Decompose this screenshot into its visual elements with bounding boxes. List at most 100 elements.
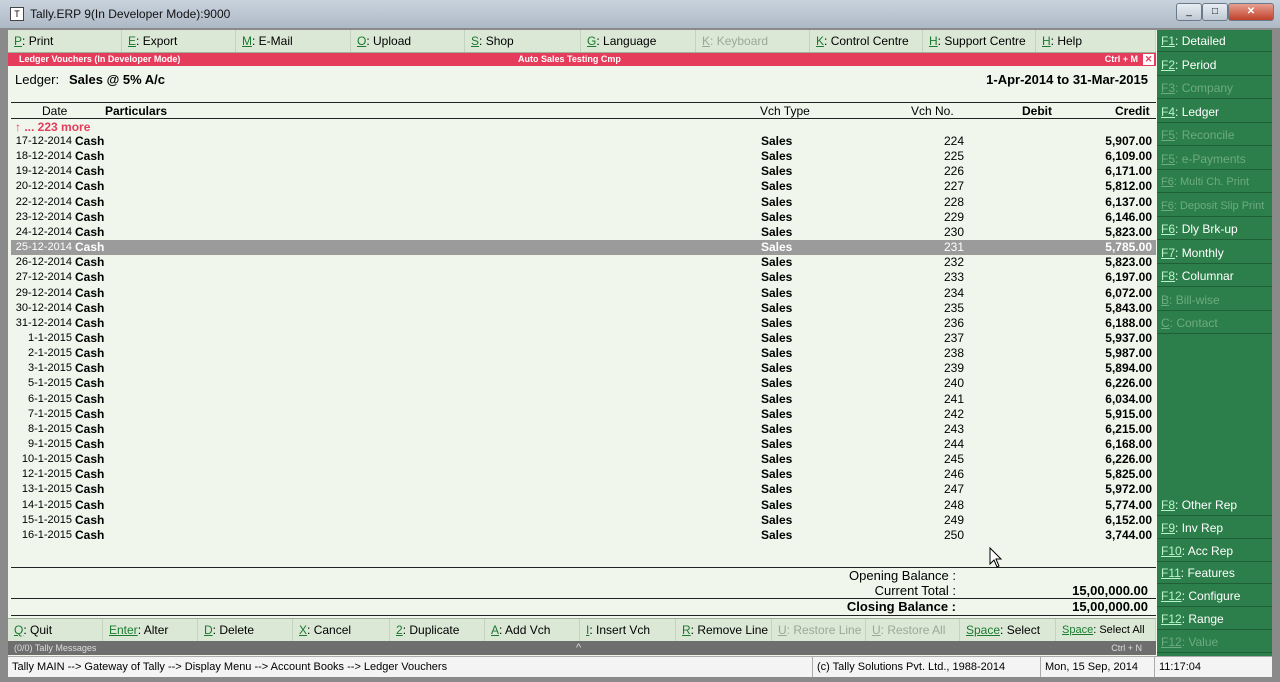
voucher-row[interactable]: 14-1-2015 Cash Sales 248 5,774.00 <box>11 498 1156 513</box>
row-date: 13-1-2015 <box>21 483 72 496</box>
bottom-button-quit[interactable]: Q: Quit <box>8 619 103 641</box>
expand-arrow-icon[interactable]: ^ <box>576 641 581 655</box>
side-button-ledger[interactable]: F4: Ledger <box>1157 101 1272 123</box>
more-entries-indicator[interactable]: ↑ ... 223 more <box>15 120 90 134</box>
button-label: Contact <box>1176 316 1218 330</box>
side-button-columnar[interactable]: F8: Columnar <box>1157 265 1272 287</box>
top-button-shop[interactable]: S: Shop <box>465 30 581 52</box>
side-button-configure[interactable]: F12: Configure <box>1157 585 1272 608</box>
voucher-row[interactable]: 20-12-2014 Cash Sales 227 5,812.00 <box>11 179 1156 194</box>
row-particulars: Cash <box>75 209 105 224</box>
bottom-button-add-vch[interactable]: A: Add Vch <box>485 619 580 641</box>
row-date: 9-1-2015 <box>27 438 72 450</box>
top-button-keyboard[interactable]: K: Keyboard <box>696 30 810 52</box>
ledger-label: Ledger: <box>15 72 60 87</box>
row-vch-no: 229 <box>943 209 964 224</box>
current-total-value: 15,00,000.00 <box>1072 583 1148 598</box>
row-particulars: Cash <box>75 467 105 482</box>
voucher-row[interactable]: 2-1-2015 Cash Sales 238 5,987.00 <box>11 346 1156 361</box>
bottom-button-cancel[interactable]: X: Cancel <box>293 619 390 641</box>
voucher-row[interactable]: 1-1-2015 Cash Sales 237 5,937.00 <box>11 331 1156 346</box>
voucher-row[interactable]: 24-12-2014 Cash Sales 230 5,823.00 <box>11 225 1156 240</box>
voucher-row[interactable]: 23-12-2014 Cash Sales 229 6,146.00 <box>11 210 1156 225</box>
side-button-period[interactable]: F2: Period <box>1157 54 1272 76</box>
shortcut-key: F6 <box>1161 199 1174 212</box>
side-button-detailed[interactable]: F1: Detailed <box>1157 30 1272 52</box>
voucher-row[interactable]: 10-1-2015 Cash Sales 245 6,226.00 <box>11 452 1156 467</box>
voucher-row[interactable]: 18-12-2014 Cash Sales 225 6,109.00 <box>11 149 1156 164</box>
row-date: 25-12-2014 <box>15 241 72 254</box>
voucher-row[interactable]: 30-12-2014 Cash Sales 235 5,843.00 <box>11 301 1156 316</box>
tally-frame: P: Print E: Export M: E-Mail O: Upload S: Sh… <box>8 30 1272 677</box>
voucher-row[interactable]: 25-12-2014 Cash Sales 231 5,785.00 <box>11 240 1156 256</box>
bottom-button-restore-line[interactable]: U: Restore Line <box>772 619 866 641</box>
top-button-support-centre[interactable]: H: Support Centre <box>923 30 1036 52</box>
side-button-monthly[interactable]: F7: Monthly <box>1157 242 1272 264</box>
voucher-row[interactable]: 22-12-2014 Cash Sales 228 6,137.00 <box>11 195 1156 210</box>
tally-messages-bar[interactable]: (0/0) Tally Messages ^ Ctrl + N <box>8 641 1156 655</box>
bottom-button-select[interactable]: Space: Select <box>960 619 1056 641</box>
top-button-control-centre[interactable]: K: Control Centre <box>810 30 923 52</box>
row-credit: 5,823.00 <box>1105 255 1152 270</box>
company-name: Auto Sales Testing Cmp <box>518 54 621 64</box>
row-particulars: Cash <box>75 376 105 391</box>
side-button-dly-brk-up[interactable]: F6: Dly Brk-up <box>1157 218 1272 240</box>
top-button-export[interactable]: E: Export <box>122 30 236 52</box>
voucher-row[interactable]: 3-1-2015 Cash Sales 239 5,894.00 <box>11 361 1156 376</box>
voucher-row[interactable]: 17-12-2014 Cash Sales 224 5,907.00 <box>11 134 1156 149</box>
voucher-row[interactable]: 27-12-2014 Cash Sales 233 6,197.00 <box>11 270 1156 285</box>
maximize-button[interactable]: □ <box>1202 3 1228 21</box>
voucher-row[interactable]: 15-1-2015 Cash Sales 249 6,152.00 <box>11 513 1156 528</box>
row-vch-no: 245 <box>943 452 964 467</box>
row-vch-type: Sales <box>761 482 793 497</box>
voucher-row[interactable]: 5-1-2015 Cash Sales 240 6,226.00 <box>11 376 1156 391</box>
side-button-contact[interactable]: C: Contact <box>1157 312 1272 334</box>
side-button-company[interactable]: F3: Company <box>1157 77 1272 99</box>
voucher-row[interactable]: 29-12-2014 Cash Sales 234 6,072.00 <box>11 286 1156 301</box>
top-button-language[interactable]: G: Language <box>581 30 696 52</box>
bottom-button-insert-vch[interactable]: I: Insert Vch <box>580 619 676 641</box>
bottom-divider <box>11 615 1156 616</box>
top-button-bar: P: Print E: Export M: E-Mail O: Upload S: Sh… <box>8 30 1156 53</box>
side-button-value[interactable]: F12: Value <box>1157 631 1272 653</box>
bottom-button-select-all[interactable]: Space: Select All <box>1056 619 1156 641</box>
voucher-row[interactable]: 26-12-2014 Cash Sales 232 5,823.00 <box>11 255 1156 270</box>
side-button-multi-ch-print[interactable]: F6: Multi Ch. Print <box>1157 171 1272 193</box>
voucher-row[interactable]: 12-1-2015 Cash Sales 246 5,825.00 <box>11 467 1156 482</box>
button-label: Value <box>1188 634 1219 649</box>
bottom-button-restore-all[interactable]: U: Restore All <box>866 619 960 641</box>
voucher-row[interactable]: 8-1-2015 Cash Sales 243 6,215.00 <box>11 422 1156 437</box>
voucher-row[interactable]: 9-1-2015 Cash Sales 244 6,168.00 <box>11 437 1156 452</box>
close-report-icon[interactable]: ✕ <box>1143 54 1154 65</box>
side-button-inv-rep[interactable]: F9: Inv Rep <box>1157 517 1272 539</box>
top-button-help[interactable]: H: Help <box>1036 30 1156 52</box>
side-button-other-rep[interactable]: F8: Other Rep <box>1157 494 1272 516</box>
side-button-reconcile[interactable]: F5: Reconcile <box>1157 124 1272 146</box>
shortcut-key: H <box>1042 34 1051 48</box>
button-label: Multi Ch. Print <box>1179 176 1250 188</box>
voucher-row[interactable]: 16-1-2015 Cash Sales 250 3,744.00 <box>11 528 1156 543</box>
side-button-features[interactable]: F11: Features <box>1157 562 1272 585</box>
bottom-button-alter[interactable]: Enter: Alter <box>103 619 198 641</box>
top-button-e-mail[interactable]: M: E-Mail <box>236 30 351 52</box>
side-button-range[interactable]: F12: Range <box>1157 608 1272 630</box>
side-button-e-payments[interactable]: F5: e-Payments <box>1157 148 1272 170</box>
side-button-deposit-slip-print[interactable]: F6: Deposit Slip Print <box>1157 195 1272 217</box>
top-button-print[interactable]: P: Print <box>8 30 122 52</box>
shortcut-key: U <box>778 623 787 637</box>
bottom-button-remove-line[interactable]: R: Remove Line <box>676 619 772 641</box>
bottom-button-duplicate[interactable]: 2: Duplicate <box>390 619 485 641</box>
side-button-bill-wise[interactable]: B: Bill-wise <box>1157 289 1272 311</box>
voucher-row[interactable]: 31-12-2014 Cash Sales 236 6,188.00 <box>11 316 1156 331</box>
top-button-upload[interactable]: O: Upload <box>351 30 465 52</box>
row-vch-type: Sales <box>761 527 793 542</box>
voucher-row[interactable]: 13-1-2015 Cash Sales 247 5,972.00 <box>11 482 1156 497</box>
minimize-button[interactable]: _ <box>1176 3 1202 21</box>
voucher-row[interactable]: 19-12-2014 Cash Sales 226 6,171.00 <box>11 164 1156 179</box>
bottom-button-delete[interactable]: D: Delete <box>198 619 293 641</box>
voucher-row[interactable]: 6-1-2015 Cash Sales 241 6,034.00 <box>11 392 1156 407</box>
side-button-acc-rep[interactable]: F10: Acc Rep <box>1157 540 1272 562</box>
row-vch-no: 237 <box>943 330 964 345</box>
window-close-button[interactable]: ✕ <box>1228 3 1274 21</box>
voucher-row[interactable]: 7-1-2015 Cash Sales 242 5,915.00 <box>11 407 1156 422</box>
